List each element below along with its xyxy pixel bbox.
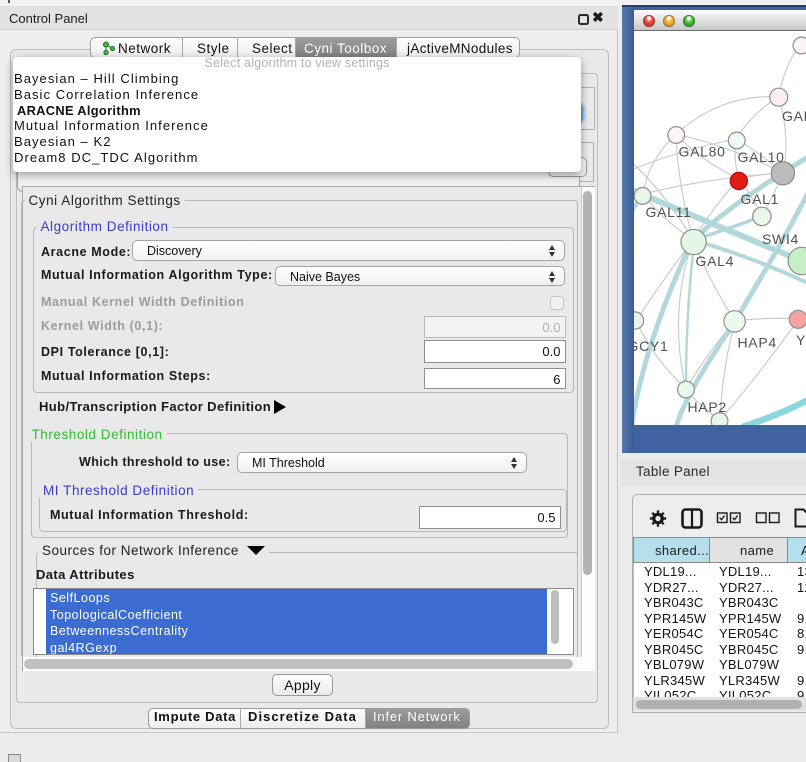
svg-text:YG: YG (796, 332, 806, 348)
svg-text:GAL1: GAL1 (741, 191, 780, 207)
svg-text:SWI4: SWI4 (762, 231, 799, 247)
svg-text:HAP2: HAP2 (688, 399, 727, 415)
svg-text:HAP4: HAP4 (738, 335, 777, 351)
svg-text:GAL7: GAL7 (782, 108, 806, 124)
svg-text:GAL11: GAL11 (646, 204, 692, 220)
svg-text:GAL10: GAL10 (738, 149, 785, 165)
svg-text:GAL80: GAL80 (679, 144, 726, 160)
svg-text:GCY1: GCY1 (634, 338, 668, 354)
svg-text:GAL4: GAL4 (696, 253, 735, 269)
